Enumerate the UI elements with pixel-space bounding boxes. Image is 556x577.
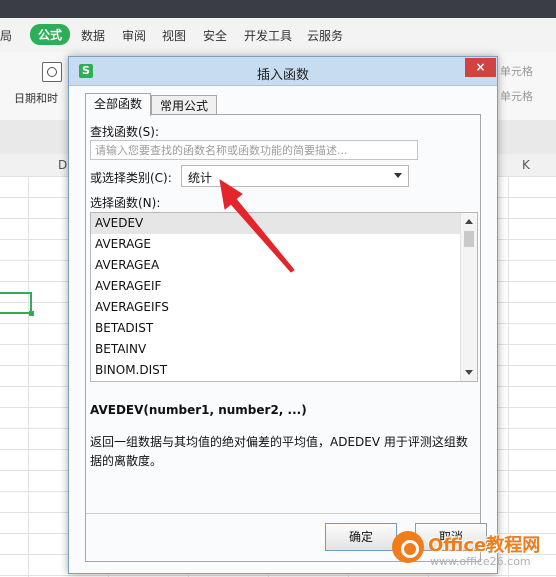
list-item[interactable]: AVERAGEA — [91, 255, 463, 276]
ribbon-tab-security[interactable]: 安全 — [203, 27, 227, 44]
ribbon-tab-developer[interactable]: 开发工具 — [244, 27, 292, 44]
datetime-button-label[interactable]: 日期和时 — [14, 90, 58, 106]
ok-button[interactable]: 确定 — [325, 523, 397, 551]
tab-panel: 查找函数(S): 或选择类别(C): 统计 选择函数(N): AVEDEV AV… — [85, 114, 481, 562]
search-input[interactable] — [90, 140, 418, 160]
list-item[interactable]: AVERAGE — [91, 234, 463, 255]
tab-common-formulas[interactable]: 常用公式 — [151, 95, 218, 116]
function-list-label: 选择函数(N): — [90, 196, 161, 210]
list-item[interactable]: BETAINV — [91, 339, 463, 360]
list-item[interactable]: BETADIST — [91, 318, 463, 339]
category-label: 或选择类别(C): — [90, 171, 172, 185]
ribbon-tab-layout[interactable]: 局 — [0, 27, 12, 44]
close-button[interactable]: × — [465, 58, 496, 77]
ribbon-tab-review[interactable]: 审阅 — [122, 27, 146, 44]
dialog-tab-bar: 全部函数 常用公式 — [85, 93, 481, 116]
column-header-d[interactable]: D — [58, 158, 67, 172]
scrollbar-thumb[interactable] — [464, 231, 474, 247]
list-item[interactable]: BINOM.DIST — [91, 360, 463, 381]
ribbon-tab-bar: 局 公式 数据 审阅 视图 安全 开发工具 云服务 — [0, 18, 556, 52]
window-top-strip — [0, 0, 556, 18]
datetime-icon[interactable] — [42, 62, 62, 82]
list-item[interactable]: AVEDEV — [91, 213, 463, 234]
watermark-text: Office教程网 — [428, 535, 541, 556]
function-signature: AVEDEV(number1, number2, ...) — [90, 403, 307, 417]
list-item[interactable]: AVERAGEIF — [91, 276, 463, 297]
selected-cell[interactable] — [0, 292, 34, 316]
scroll-up-icon[interactable] — [465, 219, 473, 224]
column-header-k[interactable]: K — [522, 158, 530, 172]
office-logo-icon — [392, 531, 424, 563]
watermark-url: www.office26.com — [430, 555, 531, 568]
tab-all-functions[interactable]: 全部函数 — [85, 93, 152, 116]
dialog-title: 插入函数 — [256, 68, 309, 83]
ribbon-tab-formula[interactable]: 公式 — [30, 24, 71, 45]
ribbon-tab-cloud[interactable]: 云服务 — [307, 27, 343, 44]
panel-divider — [86, 513, 480, 514]
scroll-down-icon[interactable] — [465, 370, 473, 375]
function-list[interactable]: AVEDEV AVERAGE AVERAGEA AVERAGEIF AVERAG… — [90, 212, 478, 382]
category-value: 统计 — [188, 171, 213, 185]
dialog-titlebar[interactable]: S 插入函数 × — [69, 57, 497, 86]
chevron-down-icon[interactable] — [394, 173, 402, 178]
insert-function-dialog: S 插入函数 × 全部函数 常用公式 查找函数(S): 或选择类别(C): 统计… — [68, 56, 498, 574]
search-label: 查找函数(S): — [90, 125, 160, 139]
list-scrollbar[interactable] — [460, 213, 477, 381]
watermark: Office教程网 www.office26.com — [392, 527, 552, 573]
ribbon-tab-view[interactable]: 视图 — [162, 27, 186, 44]
ribbon-right-text-1: 单元格 — [500, 65, 533, 78]
function-description: 返回一组数据与其均值的绝对偏差的平均值，ADEDEV 用于评测这组数据的离散度。 — [90, 435, 468, 468]
category-select[interactable]: 统计 — [181, 165, 409, 187]
ribbon-tab-data[interactable]: 数据 — [81, 27, 105, 44]
list-item[interactable]: AVERAGEIFS — [91, 297, 463, 318]
ribbon-right-text-2: 单元格 — [500, 90, 533, 103]
